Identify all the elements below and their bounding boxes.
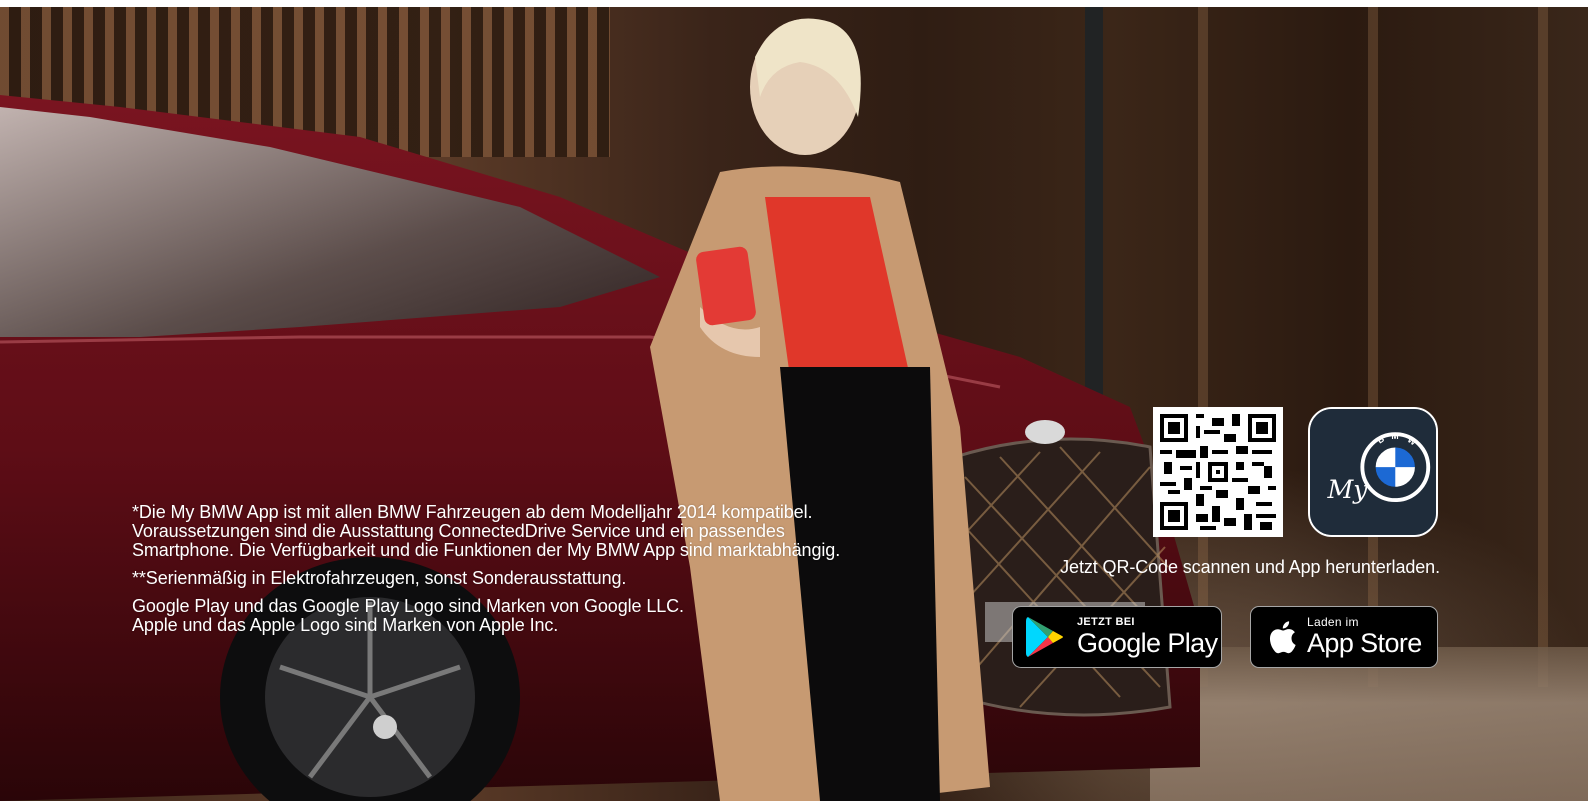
qr-code-icon[interactable]	[1153, 407, 1283, 537]
compatibility-line-1: *Die My BMW App ist mit allen BMW Fahrze…	[132, 502, 813, 522]
google-play-text: JETZT BEI Google Play	[1077, 616, 1218, 658]
google-play-button[interactable]: JETZT BEI Google Play	[1012, 606, 1222, 668]
compatibility-line-2: Voraussetzungen sind die Ausstattung Con…	[132, 521, 785, 541]
trademark-note: Google Play und das Google Play Logo sin…	[132, 597, 952, 635]
google-play-label: Google Play	[1077, 628, 1218, 658]
my-script-label: My	[1326, 475, 1368, 504]
qr-caption: Jetzt QR-Code scannen und App herunterla…	[1060, 557, 1440, 577]
app-store-text: Laden im App Store	[1307, 616, 1422, 658]
bmw-letter-m: M	[1391, 431, 1398, 441]
series-footnote: **Serienmäßig in Elektrofahrzeugen, sons…	[132, 568, 627, 588]
woman-image	[650, 18, 990, 801]
my-bmw-app-icon[interactable]: B M W My	[1308, 407, 1438, 537]
app-store-small-label: Laden im	[1307, 615, 1359, 629]
google-play-icon	[1026, 617, 1063, 657]
google-trademark: Google Play und das Google Play Logo sin…	[132, 596, 684, 616]
compatibility-line-3: Smartphone. Die Verfügbarkeit und die Fu…	[132, 540, 841, 560]
apple-icon	[1269, 621, 1296, 654]
apple-trademark: Apple und das Apple Logo sind Marken von…	[132, 615, 559, 635]
compatibility-note: *Die My BMW App ist mit allen BMW Fahrze…	[132, 503, 952, 560]
hero-background: *Die My BMW App ist mit allen BMW Fahrze…	[0, 7, 1588, 801]
google-play-small-label: JETZT BEI	[1077, 616, 1135, 628]
legal-disclaimer: *Die My BMW App ist mit allen BMW Fahrze…	[132, 503, 952, 644]
app-store-button[interactable]: Laden im App Store	[1250, 606, 1438, 668]
app-store-label: App Store	[1307, 628, 1422, 658]
